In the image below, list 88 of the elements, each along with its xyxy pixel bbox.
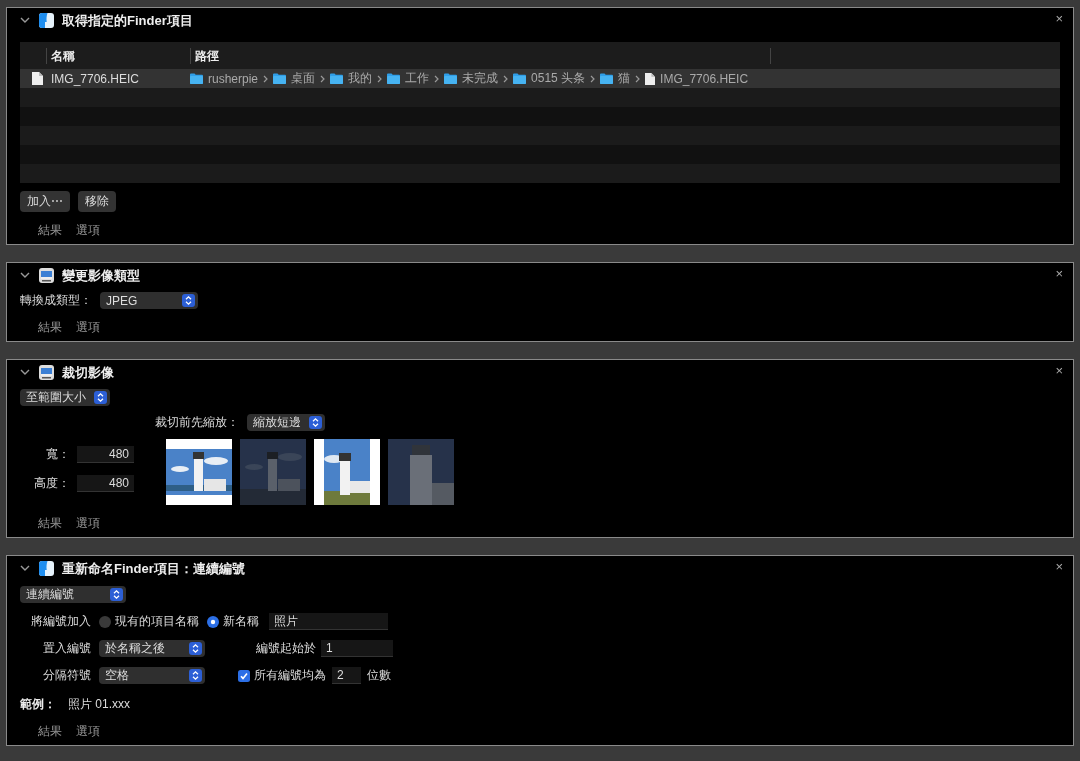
field-label: 分隔符號: [42, 667, 91, 684]
popup-button[interactable]: 縮放短邊: [247, 414, 325, 431]
split-square-icon: [39, 13, 54, 28]
radio-button[interactable]: [207, 615, 219, 628]
field-label: 位數: [367, 667, 391, 684]
folder-icon: [600, 73, 614, 84]
close-button[interactable]: ×: [1055, 11, 1063, 26]
folder-icon: [387, 73, 401, 84]
radio-label: 現有的項目名稱: [115, 613, 199, 630]
chevron-right-icon: [503, 74, 509, 83]
chevron-right-icon: [635, 74, 641, 83]
chevron-right-icon: [320, 74, 326, 83]
action-title: 裁切影像: [62, 363, 114, 382]
field-label: 編號起始於: [256, 640, 316, 657]
column-header[interactable]: 名稱: [46, 47, 190, 64]
path-label: 0515 头条: [531, 70, 586, 87]
radio-button[interactable]: [99, 615, 111, 628]
example-text: 照片 01.xxx: [68, 696, 130, 713]
checkbox[interactable]: [238, 669, 250, 682]
chevron-right-icon: [377, 74, 383, 83]
field-label: 範例：: [20, 696, 56, 713]
chevron-down-icon[interactable]: [20, 272, 30, 279]
table-row[interactable]: IMG_7706.HEIC rusherpie 桌面 我的 工作 未完成 0515 头条 猫 IMG_7706.HEIC: [20, 69, 1060, 88]
tab[interactable]: 結果: [38, 319, 62, 336]
stepper-icon: [189, 642, 202, 655]
close-button[interactable]: ×: [1055, 266, 1063, 281]
field-label: 寬：: [45, 446, 70, 463]
field-label: 置入編號: [42, 640, 91, 657]
chevron-down-icon[interactable]: [20, 369, 30, 376]
tab[interactable]: 選項: [76, 515, 100, 532]
stepper-icon: [94, 391, 107, 404]
stepper-icon: [189, 669, 202, 682]
popup-button[interactable]: 空格: [99, 667, 205, 684]
popup-button[interactable]: 於名稱之後: [99, 640, 205, 657]
tab[interactable]: 選項: [76, 319, 100, 336]
digits-field[interactable]: 2: [332, 667, 361, 684]
tab[interactable]: 選項: [76, 222, 100, 239]
chevron-right-icon: [434, 74, 440, 83]
width-field[interactable]: 480: [77, 446, 134, 463]
path-label: 桌面: [291, 70, 316, 87]
close-button[interactable]: ×: [1055, 363, 1063, 378]
name-field[interactable]: 照片: [269, 613, 388, 630]
radio-label: 新名稱: [223, 613, 259, 630]
stepper-icon: [182, 294, 195, 307]
path-label: 工作: [405, 70, 430, 87]
tab[interactable]: 結果: [38, 222, 62, 239]
popup-button[interactable]: JPEG: [100, 292, 198, 309]
path-label: IMG_7706.HEIC: [660, 71, 749, 86]
stepper-icon: [309, 416, 322, 429]
stepper-icon: [110, 588, 123, 601]
popup-button[interactable]: 連續編號: [20, 586, 126, 603]
field-label: 轉換成類型：: [20, 292, 92, 309]
action-title: 重新命名Finder項目：連續編號: [62, 559, 245, 578]
action-title: 取得指定的Finder項目: [62, 11, 193, 30]
file-name: IMG_7706.HEIC: [51, 71, 140, 86]
tab[interactable]: 結果: [38, 515, 62, 532]
path-label: 未完成: [462, 70, 499, 87]
path-label: 我的: [348, 70, 373, 87]
height-field[interactable]: 480: [77, 475, 134, 492]
action-title: 變更影像類型: [62, 266, 140, 285]
path-label: rusherpie: [208, 71, 259, 86]
chevron-right-icon: [263, 74, 269, 83]
column-header[interactable]: 路徑: [190, 47, 770, 64]
field-label: 將編號加入: [30, 613, 91, 630]
folder-icon: [190, 73, 203, 84]
action-button[interactable]: 移除: [78, 191, 116, 212]
document-icon: [32, 72, 43, 85]
document-icon: [645, 72, 656, 85]
chevron-right-icon: [590, 74, 596, 83]
path-label: 猫: [618, 70, 631, 87]
split-square-icon: [39, 561, 54, 576]
folder-icon: [273, 73, 287, 84]
folder-icon: [513, 73, 527, 84]
action-button[interactable]: 加入⋯: [20, 191, 70, 212]
chevron-down-icon[interactable]: [20, 565, 30, 572]
chevron-down-icon[interactable]: [20, 17, 30, 24]
checkbox-label: 所有編號均為: [254, 667, 326, 684]
popup-button[interactable]: 至範圍大小: [20, 389, 110, 406]
field-label: 高度：: [33, 475, 70, 492]
tab[interactable]: 選項: [76, 723, 100, 740]
field-label: 裁切前先縮放：: [155, 414, 239, 431]
close-button[interactable]: ×: [1055, 559, 1063, 574]
tab[interactable]: 結果: [38, 723, 62, 740]
folder-icon: [444, 73, 458, 84]
image-icon: [39, 365, 54, 380]
start-field[interactable]: 1: [321, 640, 393, 657]
image-icon: [39, 268, 54, 283]
folder-icon: [330, 73, 344, 84]
